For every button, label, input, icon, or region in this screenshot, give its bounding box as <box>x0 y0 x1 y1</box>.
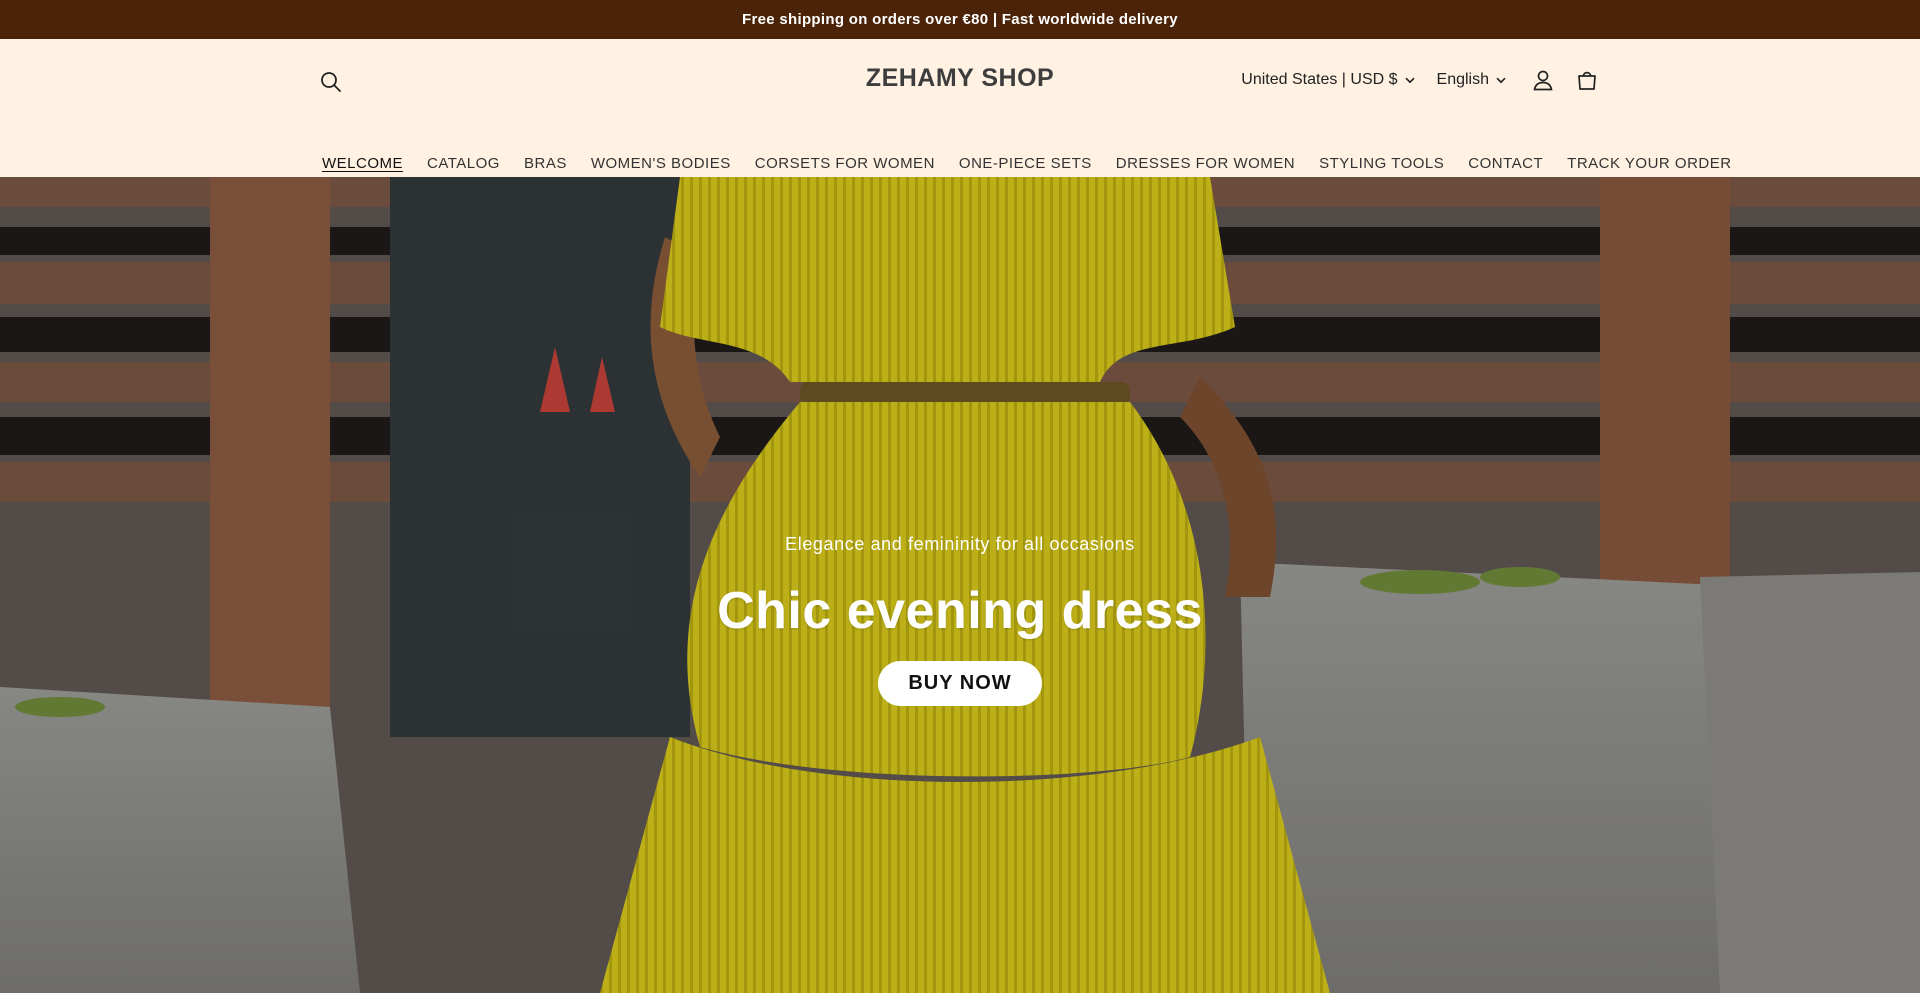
country-selector-label: United States | USD $ <box>1241 71 1398 88</box>
account-button[interactable] <box>1528 65 1558 95</box>
header-top-row: ZEHAMY SHOP United States | USD $ Englis… <box>0 39 1920 121</box>
nav-item-track-order[interactable]: TRACK YOUR ORDER <box>1567 155 1731 172</box>
site-header: ZEHAMY SHOP United States | USD $ Englis… <box>0 39 1920 177</box>
hero-content: Elegance and femininity for all occasion… <box>0 534 1920 706</box>
nav-item-welcome[interactable]: WELCOME <box>322 155 403 172</box>
nav-item-styling-tools[interactable]: STYLING TOOLS <box>1319 155 1444 172</box>
nav-item-womens-bodies[interactable]: WOMEN'S BODIES <box>591 155 731 172</box>
nav-item-corsets[interactable]: CORSETS FOR WOMEN <box>755 155 935 172</box>
chevron-down-icon <box>1404 77 1415 83</box>
language-selector[interactable]: English <box>1437 71 1506 89</box>
store-logo: ZEHAMY SHOP <box>0 64 1920 93</box>
nav-item-bras[interactable]: BRAS <box>524 155 567 172</box>
user-icon <box>1533 70 1553 91</box>
hero-subtitle: Elegance and femininity for all occasion… <box>785 534 1135 554</box>
country-selector[interactable]: United States | USD $ <box>1241 71 1415 89</box>
hero-banner: Elegance and femininity for all occasion… <box>0 177 1920 993</box>
search-button[interactable] <box>316 67 346 97</box>
language-selector-label: English <box>1436 71 1489 88</box>
search-icon <box>321 72 341 92</box>
chevron-down-icon <box>1496 77 1506 83</box>
cart-icon <box>1578 71 1596 90</box>
logo-link[interactable]: ZEHAMY SHOP <box>866 64 1054 92</box>
main-nav: WELCOME CATALOG BRAS WOMEN'S BODIES CORS… <box>322 155 1732 172</box>
nav-item-dresses[interactable]: DRESSES FOR WOMEN <box>1116 155 1295 172</box>
nav-item-catalog[interactable]: CATALOG <box>427 155 500 172</box>
announcement-bar: Free shipping on orders over €80 | Fast … <box>0 0 1920 39</box>
nav-item-one-piece-sets[interactable]: ONE-PIECE SETS <box>959 155 1092 172</box>
announcement-text: Free shipping on orders over €80 | Fast … <box>742 11 1178 28</box>
cart-button[interactable] <box>1572 65 1602 95</box>
buy-now-button[interactable]: BUY NOW <box>878 661 1042 706</box>
nav-item-contact[interactable]: CONTACT <box>1468 155 1543 172</box>
header-tools: United States | USD $ English <box>1241 61 1602 99</box>
hero-title: Chic evening dress <box>717 582 1203 640</box>
